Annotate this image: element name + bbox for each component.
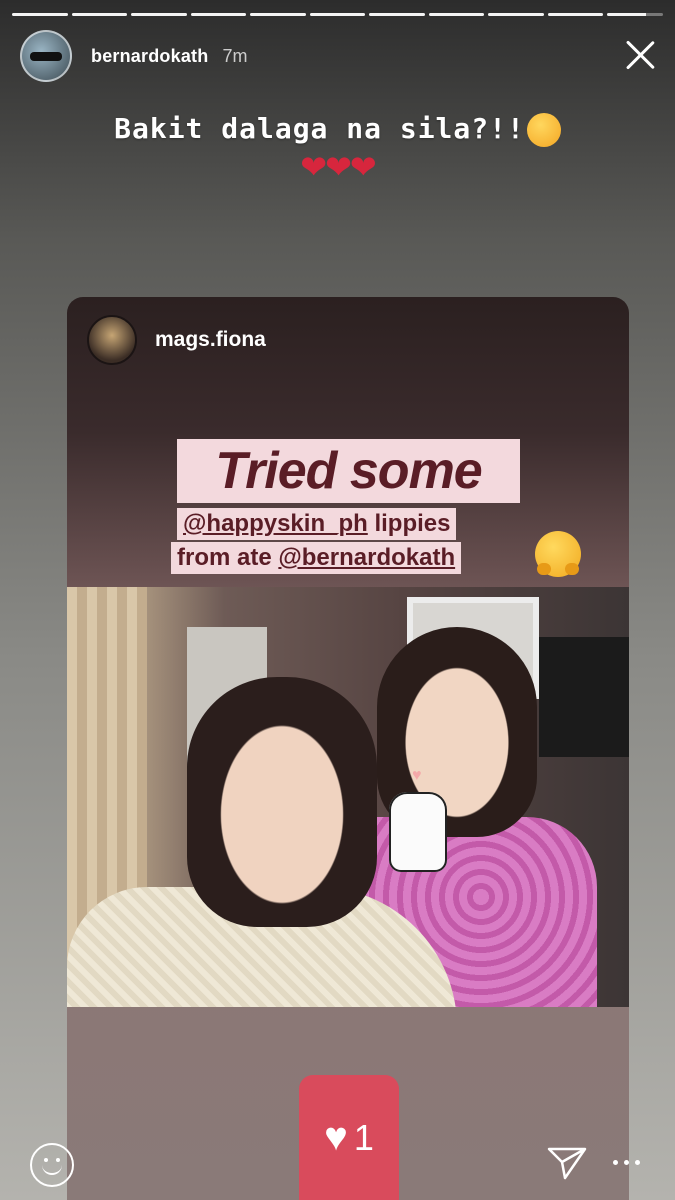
mention-bernardokath[interactable]: @bernardokath	[278, 544, 455, 571]
like-count: 1	[353, 1116, 374, 1158]
sticker-line-1: @happyskin_ph lippies	[177, 508, 457, 540]
more-icon[interactable]	[613, 1160, 641, 1166]
username[interactable]: bernardokath	[91, 46, 208, 67]
sticker-line-1-text: lippies	[367, 510, 451, 537]
sticker-line-2-text: from ate	[177, 544, 279, 571]
sticker-title: Tried some	[177, 439, 520, 503]
story-header: bernardokath 7m	[20, 28, 655, 84]
story-photo: ♥	[67, 587, 629, 1007]
progress-segment-current	[607, 13, 664, 16]
progress-segment	[369, 13, 425, 16]
photo-person-left	[187, 677, 377, 927]
sticker-line-2: from ate @bernardokath	[171, 542, 462, 574]
hearts-emoji: ❤❤❤	[300, 149, 376, 185]
progress-segment	[309, 13, 366, 16]
shared-avatar[interactable]	[87, 315, 137, 365]
progress-segment	[428, 13, 485, 16]
progress-segment	[71, 13, 128, 16]
cat-sticker-icon	[389, 792, 447, 872]
heart-icon: ♥	[324, 1115, 348, 1159]
like-count-badge: ♥ 1	[299, 1075, 399, 1200]
mention-happyskin[interactable]: @happyskin_ph	[183, 510, 368, 537]
photo-tv	[539, 637, 629, 757]
send-icon[interactable]	[547, 1145, 587, 1181]
smiley-icon[interactable]	[30, 1143, 74, 1187]
shared-username[interactable]: mags.fiona	[155, 328, 266, 352]
progress-segment	[547, 13, 604, 16]
sneezing-face-emoji-icon	[526, 113, 561, 147]
story-progress-bar	[12, 13, 664, 16]
avatar[interactable]	[20, 30, 72, 82]
shared-story-header: mags.fiona	[87, 315, 266, 365]
progress-segment	[131, 13, 187, 16]
story-caption: Bakit dalaga na sila?!!	[0, 112, 675, 147]
progress-segment	[250, 13, 306, 16]
progress-segment	[12, 13, 68, 16]
hugging-face-emoji-icon	[535, 531, 581, 577]
sticker-heart-icon: ♥	[412, 767, 422, 784]
shared-story-card[interactable]: mags.fiona Tried some @happyskin_ph lipp…	[67, 297, 629, 1200]
timestamp: 7m	[222, 45, 248, 66]
progress-segment	[190, 13, 247, 16]
close-icon[interactable]	[625, 40, 655, 70]
caption-text: Bakit dalaga na sila?!!	[114, 112, 525, 145]
progress-segment	[488, 13, 544, 16]
